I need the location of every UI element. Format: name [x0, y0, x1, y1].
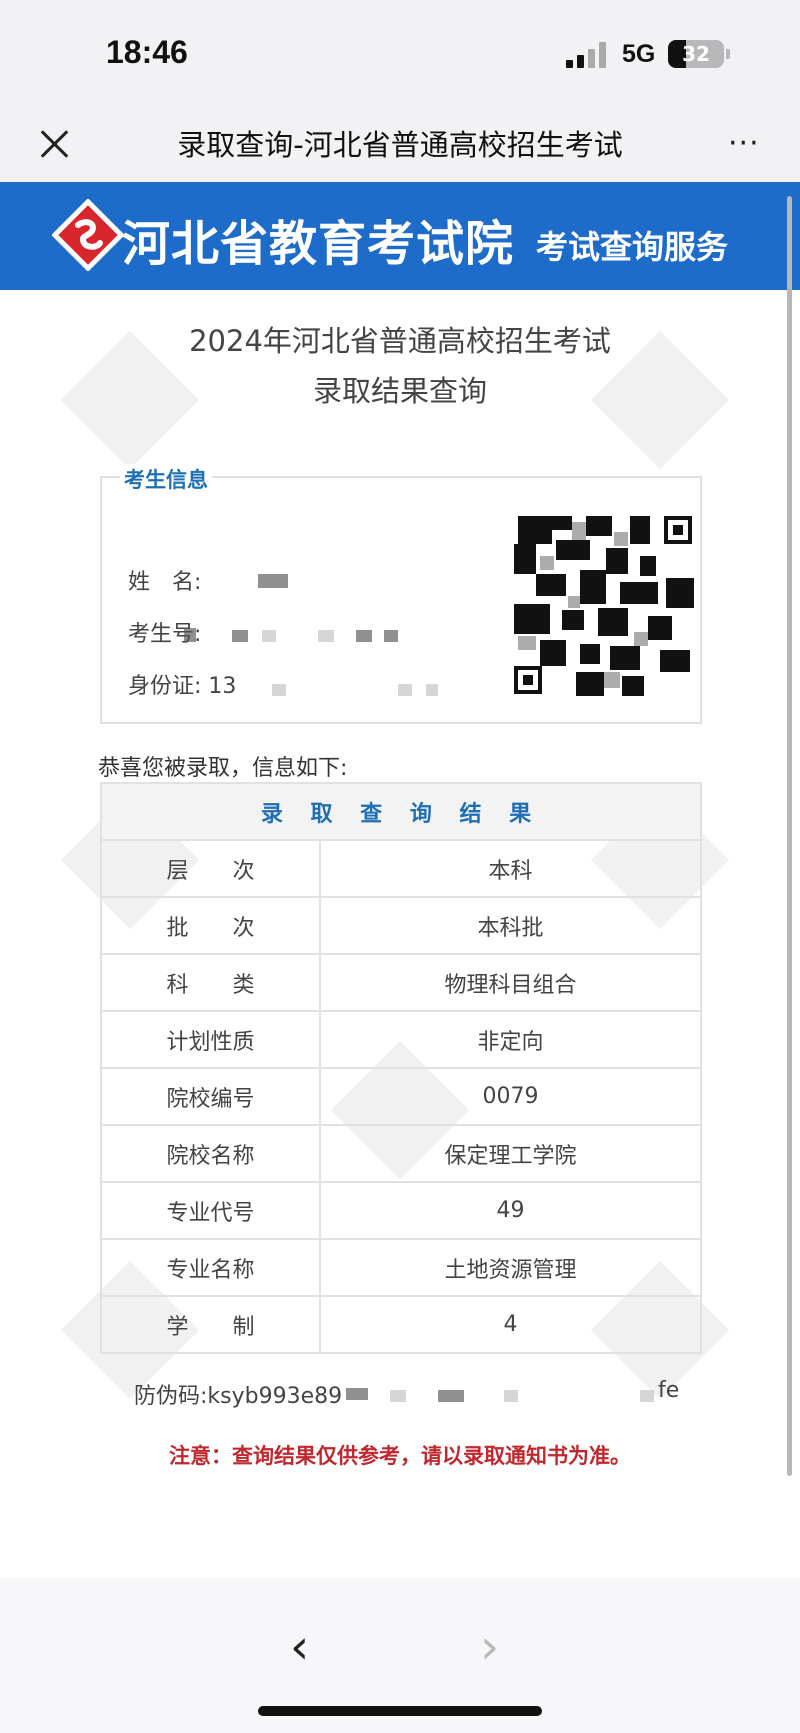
battery-icon: 32: [668, 40, 724, 68]
row-value: 49: [319, 1181, 702, 1240]
redacted-code: [390, 1390, 406, 1402]
institute-logo-icon: [52, 199, 124, 271]
row-label: 科 类: [100, 953, 321, 1012]
row-value: 0079: [319, 1067, 702, 1126]
redacted-code: [346, 1388, 368, 1400]
row-value: 4: [319, 1295, 702, 1354]
row-value: 物理科目组合: [319, 953, 702, 1012]
table-row: 院校编号 0079: [100, 1067, 702, 1126]
redacted-code: [640, 1390, 654, 1402]
more-options-button[interactable]: ···: [728, 126, 760, 161]
nav-bar: 录取查询-河北省普通高校招生考试 ···: [0, 108, 800, 182]
page-heading-line1: 2024年河北省普通高校招生考试: [189, 324, 611, 358]
home-indicator[interactable]: [258, 1706, 542, 1716]
row-label: 院校名称: [100, 1124, 321, 1183]
redacted-exam-number: [318, 630, 334, 642]
admission-result-table: 录 取 查 询 结 果 层 次本科 批 次本科批 科 类物理科目组合 计划性质非…: [100, 782, 702, 1354]
table-row: 专业名称 土地资源管理: [100, 1238, 702, 1297]
row-label: 层 次: [100, 839, 321, 898]
row-label: 计划性质: [100, 1010, 321, 1069]
redacted-id: [398, 684, 412, 696]
table-row: 科 类物理科目组合: [100, 953, 702, 1012]
result-table-title: 录 取 查 询 结 果: [100, 782, 702, 841]
redacted-exam-number: [184, 628, 196, 642]
row-value: 非定向: [319, 1010, 702, 1069]
back-button[interactable]: ‹: [290, 1622, 330, 1672]
redacted-exam-number: [232, 630, 248, 642]
redacted-exam-number: [384, 630, 398, 642]
status-bar: 18:46 5G 32: [0, 0, 800, 108]
battery-tip: [726, 49, 730, 59]
browser-toolbar: ‹ ›: [0, 1578, 800, 1733]
page-title: 录取查询-河北省普通高校招生考试: [177, 128, 623, 162]
page-heading-line2: 录取结果查询: [312, 374, 487, 408]
row-label: 批 次: [100, 896, 321, 955]
row-label: 学 制: [100, 1295, 321, 1354]
verification-code: 防伪码:ksyb993e89: [134, 1378, 342, 1410]
table-row: 计划性质 非定向: [100, 1010, 702, 1069]
row-value: 本科: [319, 839, 702, 898]
battery-level: 32: [682, 42, 710, 66]
table-row: 批 次本科批: [100, 896, 702, 955]
redacted-code: [504, 1390, 518, 1402]
redacted-id: [426, 684, 438, 696]
table-row: 院校名称 保定理工学院: [100, 1124, 702, 1183]
congrats-message: 恭喜您被录取，信息如下:: [98, 756, 348, 781]
redacted-name: [258, 574, 288, 588]
forward-button[interactable]: ›: [480, 1622, 520, 1672]
row-label: 专业代号: [100, 1181, 321, 1240]
row-value: 本科批: [319, 896, 702, 955]
signal-icon: [566, 42, 608, 68]
redacted-code: [438, 1390, 464, 1402]
id-card-label: 身份证: 13: [128, 674, 237, 699]
notice-text: 注意：查询结果仅供参考，请以录取通知书为准。: [169, 1444, 631, 1468]
close-button[interactable]: [34, 124, 74, 164]
redacted-exam-number: [356, 630, 372, 642]
verification-code-prefix: 防伪码:ksyb993e89: [134, 1384, 343, 1409]
examinee-info-legend: 考生信息: [120, 464, 212, 494]
table-row: 层 次本科: [100, 839, 702, 898]
table-row: 专业代号 49: [100, 1181, 702, 1240]
name-label: 姓 名:: [128, 570, 202, 595]
row-label: 院校编号: [100, 1067, 321, 1126]
network-type: 5G: [622, 40, 656, 68]
redacted-id: [272, 684, 286, 696]
banner-title: 河北省教育考试院: [122, 216, 515, 272]
status-time: 18:46: [106, 34, 188, 70]
qr-code-icon: [510, 512, 698, 700]
row-value: 土地资源管理: [319, 1238, 702, 1297]
verification-code-suffix: fe: [658, 1378, 680, 1403]
redacted-exam-number: [262, 630, 276, 642]
banner-subtitle: 考试查询服务: [536, 228, 729, 266]
table-row: 学 制4: [100, 1295, 702, 1354]
row-label: 专业名称: [100, 1238, 321, 1297]
row-value: 保定理工学院: [319, 1124, 702, 1183]
site-banner: 河北省教育考试院 考试查询服务: [0, 182, 800, 290]
